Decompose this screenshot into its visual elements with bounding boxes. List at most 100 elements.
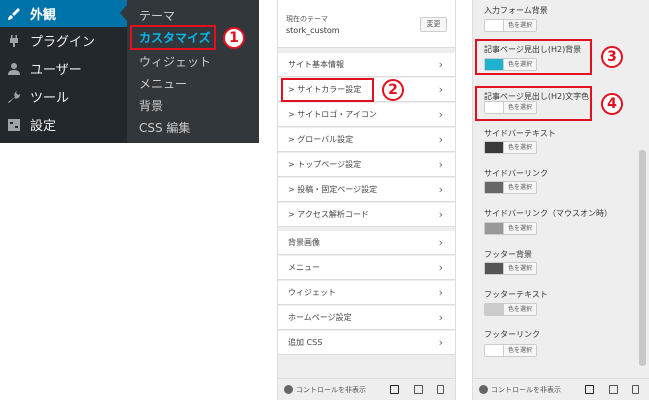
section-label: 背景画像 [288,238,320,247]
color-swatch [485,20,503,31]
select-color-button[interactable]: 色を選択 [503,263,537,274]
section-menus[interactable]: メニュー › [278,256,455,280]
color-swatch [485,182,503,193]
color-picker-footer-text[interactable]: 色を選択 [484,303,538,316]
color-picker-sidebar-link-hover[interactable]: 色を選択 [484,222,538,235]
section-global[interactable]: > グローバル設定 › [278,128,455,152]
color-setting-label: フッターテキスト [484,290,548,299]
chevron-right-icon: › [438,58,443,71]
change-theme-button[interactable]: 変更 [420,17,447,32]
section-analytics[interactable]: > アクセス解析コード › [278,203,455,227]
color-setting-label: サイドバーリンク [484,169,548,178]
submenu-background[interactable]: 背景 [139,96,163,116]
menu-item-settings[interactable]: 設定 [0,111,127,138]
mobile-preview-icon[interactable] [437,385,444,394]
paintbrush-icon [7,7,21,21]
highlight-box-2 [281,78,374,102]
menu-item-label: ツール [30,91,70,106]
wrench-icon [7,90,21,104]
select-color-button[interactable]: 色を選択 [503,223,537,234]
submenu-menus[interactable]: メニュー [139,74,187,94]
collapse-icon[interactable] [284,385,293,394]
menu-item-users[interactable]: ユーザー [0,55,127,82]
section-label: > 投稿・固定ページ設定 [288,185,378,194]
section-site-identity[interactable]: サイト基本情報 › [278,53,455,77]
customizer-header: 現在のテーマ stork_custom 変更 [278,0,455,48]
color-setting-label: サイドバーテキスト [484,129,556,138]
chevron-right-icon: › [438,286,443,299]
tablet-preview-icon[interactable] [414,385,423,394]
chevron-right-icon: › [438,158,443,171]
chevron-right-icon: › [438,133,443,146]
user-icon [7,62,21,76]
chevron-right-icon: › [438,108,443,121]
theme-name: stork_custom [286,26,340,35]
color-setting-label: フッター背景 [484,250,532,259]
section-top-page[interactable]: > トップページ設定 › [278,153,455,177]
color-picker-footer-bg[interactable]: 色を選択 [484,262,538,275]
screenshot-canvas: 外観 プラグイン ユーザー ツール 設定 テーマ カスタマイズ ウィジェット メ… [0,0,649,400]
section-post-page[interactable]: > 投稿・固定ページ設定 › [278,178,455,202]
color-swatch [485,142,503,153]
section-label: ホームページ設定 [288,313,352,322]
submenu-themes[interactable]: テーマ [139,6,175,26]
desktop-preview-icon[interactable] [585,385,594,394]
color-swatch [485,223,503,234]
panel-scrollbar[interactable] [639,150,646,366]
section-label: ウィジェット [288,288,336,297]
highlight-box-3 [475,39,592,75]
select-color-button[interactable]: 色を選択 [503,142,537,153]
section-label: 追加 CSS [288,338,323,347]
color-picker-sidebar-link[interactable]: 色を選択 [484,181,538,194]
menu-item-label: ユーザー [30,63,82,78]
color-swatch [485,345,503,356]
color-picker-footer-link[interactable]: 色を選択 [484,344,538,357]
color-setting-label: フッターリンク [484,330,540,339]
color-picker-sidebar-text[interactable]: 色を選択 [484,141,538,154]
color-setting-label: 入力フォーム背景 [484,6,548,15]
settings-icon [7,118,21,132]
appearance-submenu: テーマ カスタマイズ ウィジェット メニュー 背景 CSS 編集 [127,0,259,143]
color-setting-label: サイドバーリンク（マウスオン時） [484,209,612,218]
section-label: メニュー [288,263,320,272]
section-homepage-settings[interactable]: ホームページ設定 › [278,306,455,330]
highlight-box-1 [130,25,216,50]
chevron-right-icon: › [438,311,443,324]
desktop-preview-icon[interactable] [390,385,399,394]
chevron-right-icon: › [438,208,443,221]
tablet-preview-icon[interactable] [609,385,618,394]
customizer-panel: 現在のテーマ stork_custom 変更 サイト基本情報 › > サイトカラー… [277,0,456,400]
color-picker-form-bg[interactable]: 色を選択 [484,19,538,32]
chevron-right-icon: › [438,183,443,196]
menu-item-tools[interactable]: ツール [0,83,127,110]
select-color-button[interactable]: 色を選択 [503,182,537,193]
section-background-image[interactable]: 背景画像 › [278,231,455,255]
select-color-button[interactable]: 色を選択 [503,304,537,315]
section-additional-css[interactable]: 追加 CSS › [278,331,455,355]
highlight-box-4 [475,86,592,121]
wp-admin-menu: 外観 プラグイン ユーザー ツール 設定 [0,0,127,143]
color-panel-footer: コントロールを非表示 [473,378,649,400]
chevron-right-icon: › [438,261,443,274]
mobile-preview-icon[interactable] [632,385,639,394]
menu-item-label: 設定 [30,119,57,134]
menu-item-plugins[interactable]: プラグイン [0,27,127,54]
submenu-widgets[interactable]: ウィジェット [139,52,211,72]
hide-controls-button[interactable]: コントロールを非表示 [491,385,561,395]
section-site-logo[interactable]: > サイトロゴ・アイコン › [278,103,455,127]
menu-item-appearance[interactable]: 外観 [0,0,127,27]
menu-item-label: プラグイン [30,35,96,50]
section-widgets[interactable]: ウィジェット › [278,281,455,305]
section-label: > トップページ設定 [288,160,362,169]
section-label: > アクセス解析コード [288,210,369,219]
chevron-right-icon: › [438,83,443,96]
annotation-number-4: 4 [601,93,623,115]
select-color-button[interactable]: 色を選択 [503,20,537,31]
current-theme-label: 現在のテーマ [286,15,328,23]
section-label: サイト基本情報 [288,60,344,69]
hide-controls-button[interactable]: コントロールを非表示 [296,385,366,395]
select-color-button[interactable]: 色を選択 [503,345,537,356]
collapse-icon[interactable] [479,385,488,394]
annotation-number-2: 2 [382,79,404,101]
submenu-css-edit[interactable]: CSS 編集 [139,118,190,138]
